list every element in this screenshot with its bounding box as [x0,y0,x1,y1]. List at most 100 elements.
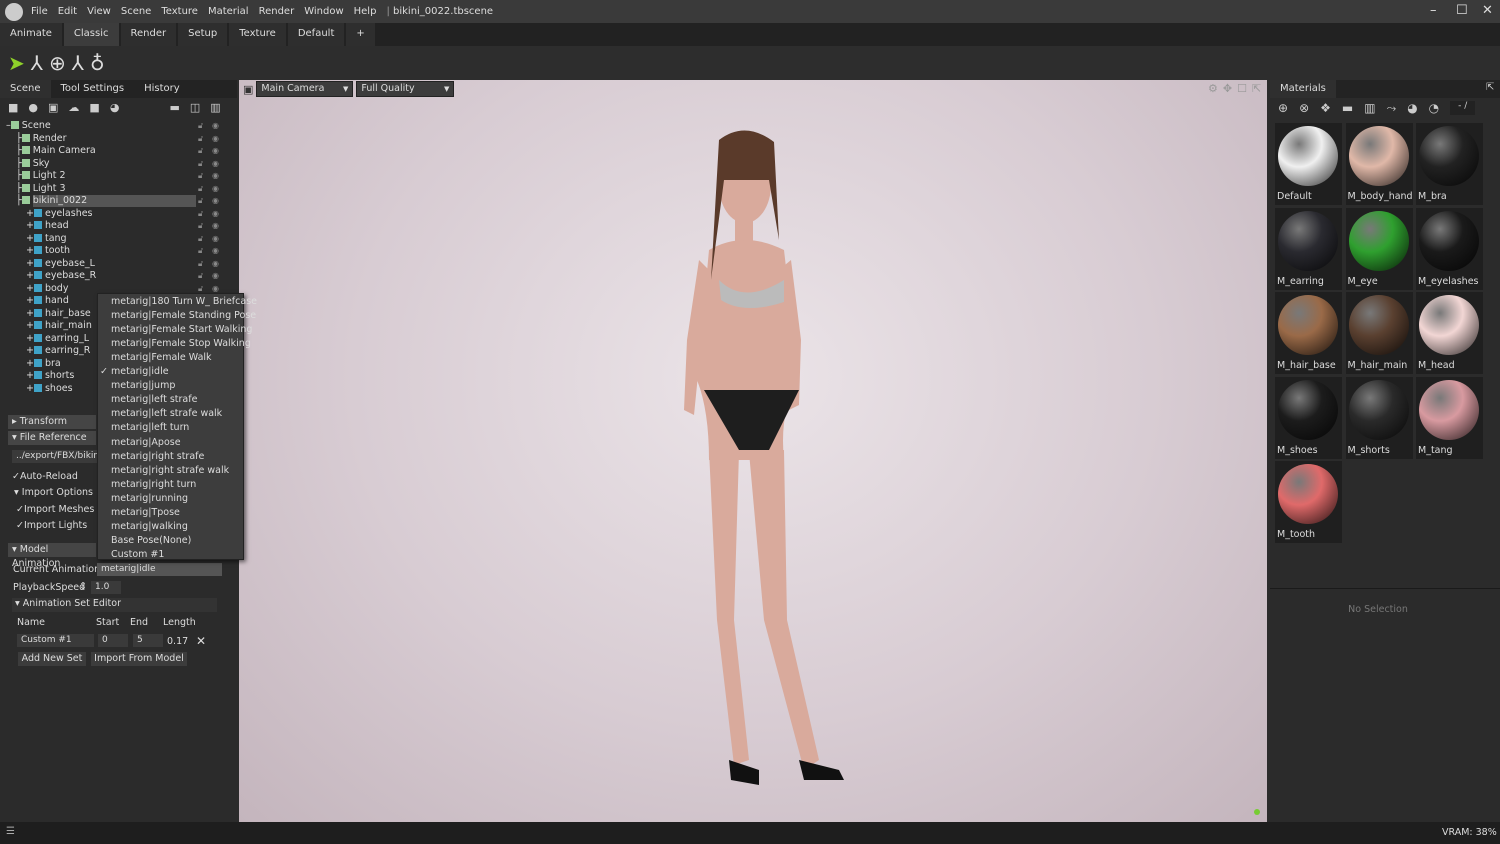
visibility-icon[interactable]: ◉ [212,120,219,132]
lock-icon[interactable]: 🔓︎ [198,233,203,245]
dropdown-item[interactable]: metarig|Female Standing Pose [111,310,256,321]
tab-setup[interactable]: Setup [178,23,228,46]
dropdown-item[interactable]: metarig|left strafe [111,394,197,405]
popout-icon[interactable]: ⇱ [1486,82,1494,93]
current-animation-select[interactable]: metarig|idle [97,563,222,576]
menu-texture[interactable]: Texture [161,6,198,17]
expand-icon[interactable]: + [26,333,34,344]
menu-icon[interactable]: ☰ [6,826,15,837]
quality-select[interactable]: Full Quality ▼ [356,81,455,97]
duplicate-icon[interactable]: ◫ [190,101,200,115]
dropdown-item[interactable]: metarig|right turn [111,479,196,490]
expand-icon[interactable]: + [26,295,34,306]
viewport[interactable] [239,80,1267,822]
visibility-icon[interactable]: ◉ [212,195,219,207]
visibility-icon[interactable]: ◉ [212,270,219,282]
scale-tool-icon[interactable]: ⅄ [72,51,84,75]
dropdown-item[interactable]: metarig|jump [111,380,175,391]
material-tile[interactable]: Default [1275,123,1342,205]
lock-icon[interactable]: 🔓︎ [198,270,203,282]
duplicate-material-icon[interactable]: ⊗ [1299,101,1309,115]
animation-set-editor-section[interactable]: ▾ Animation Set Editor [12,598,217,612]
dropdown-item[interactable]: metarig|left turn [111,422,189,433]
expand-icon[interactable]: + [26,320,34,331]
add-shape-icon[interactable]: ■ [89,101,99,115]
expand-icon[interactable]: + [26,345,34,356]
tree-item[interactable]: ├ Light 2 🔓︎ ◉ [0,170,230,182]
move-tool-icon[interactable]: ⅄ [31,51,43,75]
material-tile[interactable]: M_eyelashes [1416,207,1483,290]
expand-icon[interactable]: + [26,283,34,294]
material-tile[interactable]: M_tooth [1275,461,1342,543]
playback-speed-field[interactable]: 1.0 [91,581,121,594]
tree-item[interactable]: ├ bikini_0022 🔓︎ ◉ [0,195,230,207]
trash-icon[interactable]: ▥ [1364,101,1375,115]
pivot-tool-icon[interactable]: ♁ [90,51,105,75]
lock-icon[interactable]: 🔓︎ [198,258,203,270]
expand-icon[interactable]: + [26,270,34,281]
menu-scene[interactable]: Scene [121,6,152,17]
add-light-icon[interactable]: ● [28,101,38,115]
lock-icon[interactable]: 🔓︎ [198,195,203,207]
tree-item[interactable]: – Scene 🔓︎ ◉ [0,120,230,132]
select-arrow-icon[interactable]: ➤ [8,51,25,75]
visibility-icon[interactable]: ◉ [212,170,219,182]
tree-item[interactable]: + tang 🔓︎ ◉ [0,233,230,245]
tab-materials[interactable]: Materials [1270,80,1336,98]
settings-icon[interactable]: ⚙ [1208,82,1218,95]
delete-set-icon[interactable]: ✕ [196,634,206,648]
material-tile[interactable]: M_bra [1416,123,1483,205]
dropdown-item[interactable]: metarig|running [111,493,188,504]
folder-icon[interactable]: ▬ [169,101,179,115]
frame-icon[interactable]: ☐ [1237,82,1247,95]
dropdown-item[interactable]: metarig|right strafe walk [111,465,229,476]
dropdown-item[interactable]: metarig|right strafe [111,451,204,462]
tab-default[interactable]: Default [287,23,345,46]
import-options-section[interactable]: ▾ Import Options [14,487,93,498]
auto-reload-checkbox[interactable]: ✓Auto-Reload [12,471,78,482]
tab-texture[interactable]: Texture [229,23,286,46]
camera-select[interactable]: Main Camera ▼ [256,81,354,97]
dropdown-item[interactable]: metarig|left strafe walk [111,408,222,419]
tab-tool-settings[interactable]: Tool Settings [51,80,135,98]
lock-icon[interactable]: 🔓︎ [198,220,203,232]
menu-view[interactable]: View [87,6,111,17]
rotate-tool-icon[interactable]: ⊕ [49,51,66,75]
expand-icon[interactable]: + [26,258,34,269]
file-path-field[interactable]: ../export/FBX/bikini [12,450,102,463]
visibility-icon[interactable]: ◉ [212,183,219,195]
menu-edit[interactable]: Edit [58,6,77,17]
tree-item[interactable]: ├ Sky 🔓︎ ◉ [0,158,230,170]
trash-icon[interactable]: ▥ [210,101,220,115]
minimize-icon[interactable]: – [1430,3,1437,18]
lock-icon[interactable]: 🔓︎ [198,183,203,195]
material-tile[interactable]: M_body_hand [1345,123,1413,205]
material-tile[interactable]: M_shorts [1345,376,1413,459]
expand-icon[interactable]: + [26,370,34,381]
import-meshes-checkbox[interactable]: ✓Import Meshes [16,504,94,515]
tab-history[interactable]: History [134,80,190,98]
tree-item[interactable]: ├ Main Camera 🔓︎ ◉ [0,145,230,157]
expand-icon[interactable]: + [26,383,34,394]
dropdown-item[interactable]: metarig|Apose [111,437,181,448]
dropdown-item[interactable]: metarig|180 Turn W_ Briefcase [111,296,257,307]
camera-icon[interactable]: ▣ [243,83,253,96]
lock-icon[interactable]: 🔓︎ [198,208,203,220]
expand-icon[interactable]: + [26,220,34,231]
dropdown-item[interactable]: metarig|Female Walk [111,352,212,363]
menu-help[interactable]: Help [354,6,377,17]
tab-classic[interactable]: Classic [63,23,119,46]
expand-icon[interactable]: + [26,208,34,219]
menu-material[interactable]: Material [208,6,249,17]
tab-scene[interactable]: Scene [0,80,51,98]
dropdown-item[interactable]: metarig|Tpose [111,507,180,518]
lock-icon[interactable]: 🔓︎ [198,245,203,257]
visibility-icon[interactable]: ◉ [212,208,219,220]
dropdown-item[interactable]: metarig|idle [111,366,169,377]
model-animation-section[interactable]: ▾ Model Animation [8,543,96,569]
visibility-icon[interactable]: ◉ [212,245,219,257]
tree-item[interactable]: ├ Light 3 🔓︎ ◉ [0,183,230,195]
add-material-icon[interactable]: ⊕ [1278,101,1288,115]
transform-section[interactable]: ▸ Transform [8,415,96,429]
expand-icon[interactable]: + [26,233,34,244]
